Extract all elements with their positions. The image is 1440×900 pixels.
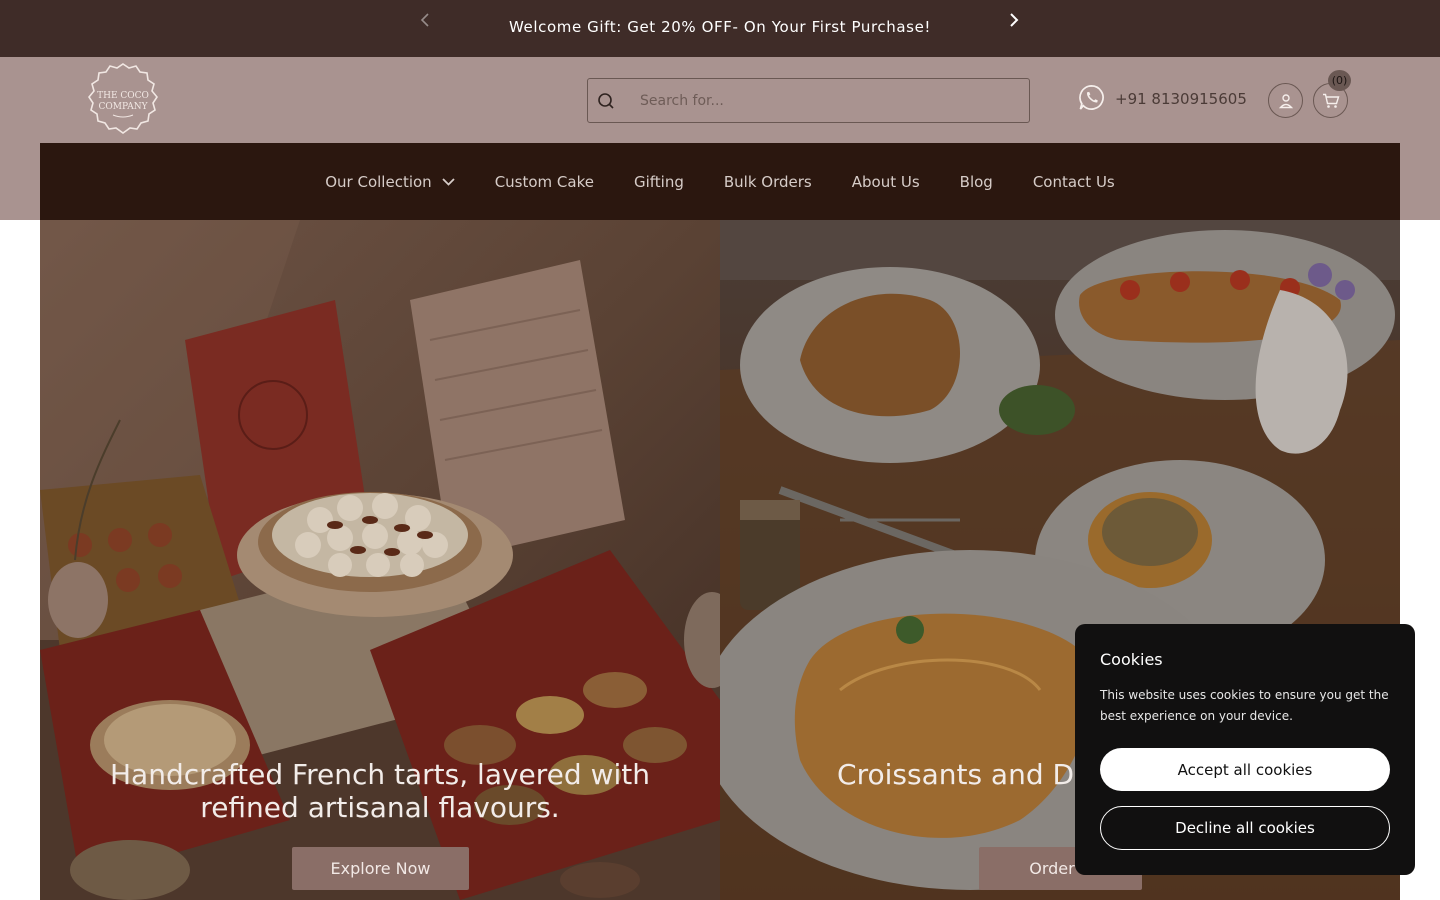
site-header: THE COCO COMPANY +91 8130915605 (0) [0, 57, 1440, 143]
nav-item-label: Custom Cake [494, 172, 594, 191]
cart-icon [1322, 93, 1339, 108]
nav-item-custom-cake[interactable]: Custom Cake [495, 173, 594, 191]
nav-item-label: Contact Us [1032, 172, 1115, 191]
main-nav: Our Collection Custom Cake Gifting Bulk … [40, 143, 1400, 220]
decline-cookies-button[interactable]: Decline all cookies [1100, 806, 1390, 850]
nav-item-blog[interactable]: Blog [960, 173, 993, 191]
nav-item-contact-us[interactable]: Contact Us [1033, 173, 1115, 191]
user-icon [1278, 93, 1293, 108]
chevron-down-icon [442, 177, 455, 186]
logo-text-line2: COMPANY [98, 102, 148, 112]
whatsapp-icon[interactable] [1078, 84, 1105, 111]
nav-item-label: About Us [851, 172, 920, 191]
hero-left-headline: Handcrafted French tarts, layered with r… [110, 758, 650, 824]
nav-item-gifting[interactable]: Gifting [634, 173, 684, 191]
brand-logo[interactable]: THE COCO COMPANY [85, 62, 161, 138]
cart-count-badge: (0) [1328, 70, 1351, 91]
phone-number[interactable]: +91 8130915605 [1115, 90, 1247, 108]
nav-item-our-collection[interactable]: Our Collection [325, 172, 455, 191]
announcement-next-button[interactable] [1002, 8, 1026, 32]
chevron-right-icon [1010, 13, 1019, 27]
nav-item-label: Our Collection [325, 172, 432, 191]
nav-band: Our Collection Custom Cake Gifting Bulk … [0, 143, 1440, 220]
nav-item-label: Bulk Orders [723, 172, 812, 191]
account-button[interactable] [1268, 83, 1303, 118]
cookie-title: Cookies [1100, 650, 1163, 669]
announcement-bar: Welcome Gift: Get 20% OFF- On Your First… [0, 0, 1440, 57]
accept-cookies-button[interactable]: Accept all cookies [1100, 748, 1390, 791]
search-box [587, 78, 1030, 123]
hero-panel-tarts[interactable]: Handcrafted French tarts, layered with r… [40, 220, 720, 900]
search-icon[interactable] [596, 91, 616, 111]
nav-item-bulk-orders[interactable]: Bulk Orders [724, 173, 812, 191]
nav-item-label: Gifting [633, 172, 684, 191]
cookie-consent-dialog: Cookies This website uses cookies to ens… [1075, 624, 1415, 875]
cookie-description: This website uses cookies to ensure you … [1100, 688, 1389, 723]
explore-now-button[interactable]: Explore Now [292, 847, 469, 890]
logo-text-line1: THE COCO [97, 91, 149, 101]
nav-item-about-us[interactable]: About Us [852, 173, 920, 191]
nav-item-label: Blog [959, 172, 993, 191]
search-input[interactable] [640, 79, 1020, 122]
announcement-message: Welcome Gift: Get 20% OFF- On Your First… [508, 18, 932, 36]
